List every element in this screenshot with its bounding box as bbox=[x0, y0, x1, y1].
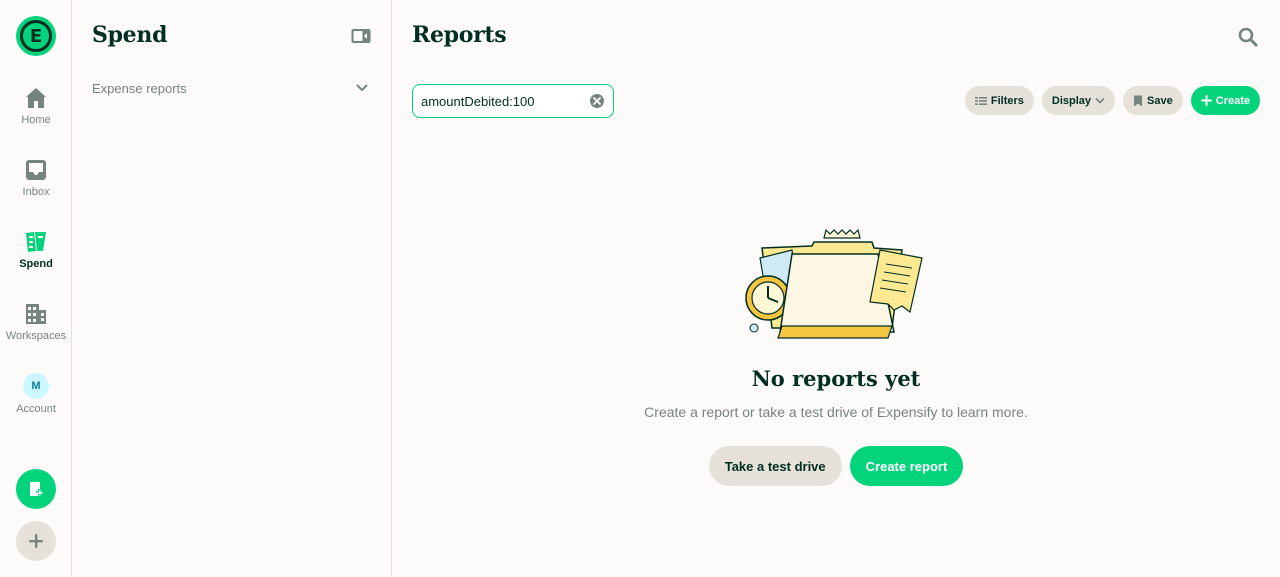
chevron-down-icon bbox=[356, 84, 368, 92]
create-report-button[interactable]: Create report bbox=[849, 446, 964, 486]
empty-state-title: No reports yet bbox=[751, 366, 921, 391]
building-icon bbox=[26, 304, 46, 324]
new-expense-button[interactable] bbox=[16, 469, 56, 509]
home-icon bbox=[26, 88, 46, 108]
avatar: M bbox=[23, 373, 49, 399]
collapse-sidebar-button[interactable] bbox=[351, 28, 371, 49]
display-label: Display bbox=[1051, 94, 1092, 107]
plus-icon bbox=[1200, 95, 1212, 106]
sidebar-item-label: Expense reports bbox=[92, 80, 187, 96]
bookmark-icon bbox=[1134, 95, 1143, 106]
nav-label-account: Account bbox=[16, 403, 56, 415]
receipt-icon bbox=[26, 232, 46, 252]
page-title: Reports bbox=[412, 22, 507, 48]
nav-item-spend[interactable]: Spend bbox=[0, 230, 72, 290]
create-label: Create bbox=[1215, 94, 1250, 107]
create-button[interactable]: Create bbox=[1190, 86, 1260, 115]
global-nav: E Home Inbox Spend Workspaces M Account bbox=[0, 0, 72, 577]
nav-item-home[interactable]: Home bbox=[0, 86, 72, 146]
new-expense-icon bbox=[30, 482, 43, 496]
save-label: Save bbox=[1147, 94, 1173, 107]
empty-state-actions: Take a test drive Create report bbox=[392, 446, 1280, 486]
expensify-logo[interactable]: E bbox=[16, 16, 56, 56]
search-query-text: amountDebited:100 bbox=[421, 93, 535, 109]
nav-label-inbox: Inbox bbox=[22, 186, 50, 198]
nav-label-workspaces: Workspaces bbox=[5, 330, 67, 342]
toolbar: Filters Display Save Create bbox=[964, 86, 1260, 115]
filters-button[interactable]: Filters bbox=[964, 86, 1034, 115]
filters-label: Filters bbox=[990, 94, 1024, 107]
save-button[interactable]: Save bbox=[1123, 86, 1183, 115]
sidebar: Spend Expense reports bbox=[72, 0, 392, 577]
plus-icon bbox=[29, 534, 43, 548]
nav-item-account[interactable]: M Account bbox=[0, 373, 72, 433]
add-button[interactable] bbox=[16, 521, 56, 561]
clear-icon[interactable] bbox=[589, 93, 605, 109]
search-icon bbox=[1238, 27, 1258, 47]
filter-icon bbox=[974, 96, 987, 105]
nav-label-home: Home bbox=[21, 114, 51, 126]
take-test-drive-button[interactable]: Take a test drive bbox=[708, 446, 842, 486]
empty-state-subtitle: Create a report or take a test drive of … bbox=[644, 404, 1028, 420]
logo-letter: E bbox=[20, 20, 52, 52]
nav-item-inbox[interactable]: Inbox bbox=[0, 158, 72, 218]
folder-illustration-icon bbox=[745, 228, 923, 339]
main-content: Reports amountDebited:100 Filters Displa… bbox=[392, 0, 1280, 577]
nav-label-spend: Spend bbox=[19, 258, 53, 270]
inbox-icon bbox=[26, 160, 46, 180]
search-query-input[interactable]: amountDebited:100 bbox=[412, 84, 614, 118]
display-button[interactable]: Display bbox=[1041, 86, 1116, 115]
sidebar-title: Spend bbox=[92, 22, 168, 48]
chevron-down-icon bbox=[1095, 97, 1105, 104]
search-button[interactable] bbox=[1237, 26, 1259, 53]
nav-item-workspaces[interactable]: Workspaces bbox=[0, 302, 72, 362]
collapse-sidebar-icon bbox=[351, 29, 371, 43]
sidebar-item-expense-reports[interactable]: Expense reports bbox=[92, 76, 368, 100]
